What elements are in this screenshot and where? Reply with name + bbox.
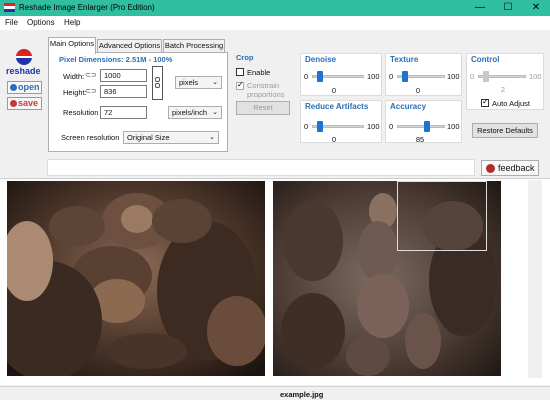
chevron-down-icon: ⌄ xyxy=(209,134,215,141)
tab-batch-processing[interactable]: Batch Processing xyxy=(163,39,225,53)
feedback-label: feedback xyxy=(498,163,535,173)
height-link-icon: ⊂⊃ xyxy=(85,88,97,95)
reduce-artifacts-group: Reduce Artifacts 0 100 0 xyxy=(300,100,382,144)
width-label: Width: xyxy=(63,72,85,81)
logo-text: reshade xyxy=(6,66,41,76)
reshade-logo-icon xyxy=(16,49,32,65)
constrain-proportions-label: Constrain proportions xyxy=(247,81,285,99)
open-icon xyxy=(10,84,17,92)
control-slider-thumb[interactable] xyxy=(483,71,489,82)
crop-enable-checkbox[interactable] xyxy=(236,68,244,76)
resolution-unit-value: pixels/inch xyxy=(172,108,208,117)
status-bar: example.jpg xyxy=(0,386,550,400)
chain-link-icon[interactable] xyxy=(152,66,163,100)
reshade-logo: reshade xyxy=(4,48,44,78)
control-max: 100 xyxy=(529,72,542,81)
maximize-button[interactable]: ☐ xyxy=(494,0,522,16)
accuracy-title: Accuracy xyxy=(390,102,427,111)
accuracy-group: Accuracy 0 100 85 xyxy=(385,100,462,144)
window-title: Reshade Image Enlarger (Pro Edition) xyxy=(19,3,155,12)
viewer-scrollbar[interactable] xyxy=(528,180,542,378)
reduce-artifacts-title: Reduce Artifacts xyxy=(305,102,369,111)
units-select-value: pixels xyxy=(179,78,199,87)
denoise-group: Denoise 0 100 0 xyxy=(300,53,382,96)
texture-slider-thumb[interactable] xyxy=(402,71,408,82)
title-bar: Reshade Image Enlarger (Pro Edition) — ☐… xyxy=(0,0,550,16)
preview-image[interactable] xyxy=(273,181,501,376)
save-button[interactable]: save xyxy=(7,97,42,110)
accuracy-value: 85 xyxy=(415,135,425,144)
constrain-proportions-checkbox[interactable] xyxy=(236,80,244,90)
zoom-selection-rectangle[interactable] xyxy=(397,181,487,251)
accuracy-slider-track[interactable] xyxy=(397,125,445,128)
control-value: 2 xyxy=(500,85,506,94)
tab-main-options[interactable]: Main Options xyxy=(48,37,96,54)
minimize-button[interactable]: — xyxy=(466,0,494,16)
original-image-graphic xyxy=(7,181,265,376)
menu-file[interactable]: File xyxy=(5,18,18,27)
width-link-icon: ⊂⊃ xyxy=(85,72,97,79)
open-button[interactable]: open xyxy=(7,81,42,94)
resolution-input[interactable]: 72 xyxy=(100,106,147,119)
accuracy-max: 100 xyxy=(447,122,460,131)
texture-title: Texture xyxy=(390,55,419,64)
denoise-max: 100 xyxy=(367,72,380,81)
save-icon xyxy=(10,100,17,108)
original-image[interactable] xyxy=(7,181,265,376)
menu-options[interactable]: Options xyxy=(27,18,55,27)
feedback-button[interactable]: feedback xyxy=(481,160,539,176)
restore-defaults-button[interactable]: Restore Defaults xyxy=(472,123,538,138)
close-button[interactable]: ✕ xyxy=(522,0,550,16)
accuracy-slider-thumb[interactable] xyxy=(424,121,430,132)
screen-resolution-select[interactable]: Original Size ⌄ xyxy=(123,131,219,144)
texture-min: 0 xyxy=(389,72,394,81)
denoise-title: Denoise xyxy=(305,55,337,64)
chevron-down-icon: ⌄ xyxy=(212,79,218,86)
auto-adjust-label: Auto Adjust xyxy=(492,99,530,108)
control-min: 0 xyxy=(470,72,475,81)
save-label: save xyxy=(18,98,39,108)
texture-value: 0 xyxy=(415,86,421,95)
progress-strip xyxy=(47,159,475,176)
bug-icon xyxy=(486,164,495,173)
chevron-down-icon: ⌄ xyxy=(212,109,218,116)
reduce-artifacts-min: 0 xyxy=(304,122,309,131)
status-filename: example.jpg xyxy=(280,390,324,399)
main-options-panel: Pixel Dimensions: 2.51M - 100% Width: ⊂⊃… xyxy=(48,52,228,152)
reduce-artifacts-max: 100 xyxy=(367,122,380,131)
menu-help[interactable]: Help xyxy=(64,18,80,27)
crop-group: Crop Enable Constrain proportions Reset xyxy=(231,52,291,120)
tab-advanced-options[interactable]: Advanced Options xyxy=(97,39,162,53)
app-window: Reshade Image Enlarger (Pro Edition) — ☐… xyxy=(0,0,550,400)
accuracy-min: 0 xyxy=(389,122,394,131)
crop-enable-label: Enable xyxy=(247,68,271,77)
crop-title: Crop xyxy=(236,53,254,62)
resolution-label: Resolution xyxy=(63,108,99,117)
denoise-min: 0 xyxy=(304,72,309,81)
control-title: Control xyxy=(471,55,500,64)
height-input[interactable]: 836 xyxy=(100,85,147,98)
width-input[interactable]: 1000 xyxy=(100,69,147,82)
denoise-value: 0 xyxy=(331,86,337,95)
resolution-unit-select[interactable]: pixels/inch ⌄ xyxy=(168,106,222,119)
screen-resolution-label: Screen resolution xyxy=(61,133,120,142)
menu-bar: File Options Help xyxy=(0,16,550,30)
units-select[interactable]: pixels ⌄ xyxy=(175,76,222,89)
pixel-dimensions-label: Pixel Dimensions: 2.51M - 100% xyxy=(59,55,173,64)
denoise-slider-thumb[interactable] xyxy=(317,71,323,82)
auto-adjust-checkbox[interactable] xyxy=(481,97,489,107)
open-label: open xyxy=(18,82,40,92)
reduce-artifacts-slider-thumb[interactable] xyxy=(317,121,323,132)
crop-reset-button[interactable]: Reset xyxy=(236,101,290,115)
reduce-artifacts-value: 0 xyxy=(331,135,337,144)
screen-resolution-value: Original Size xyxy=(127,133,170,142)
texture-max: 100 xyxy=(447,72,460,81)
control-group: Control 0 100 2 Auto Adjust xyxy=(466,53,544,110)
app-flag-icon xyxy=(4,3,15,12)
height-label: Height: xyxy=(63,88,87,97)
texture-group: Texture 0 100 0 xyxy=(385,53,462,96)
